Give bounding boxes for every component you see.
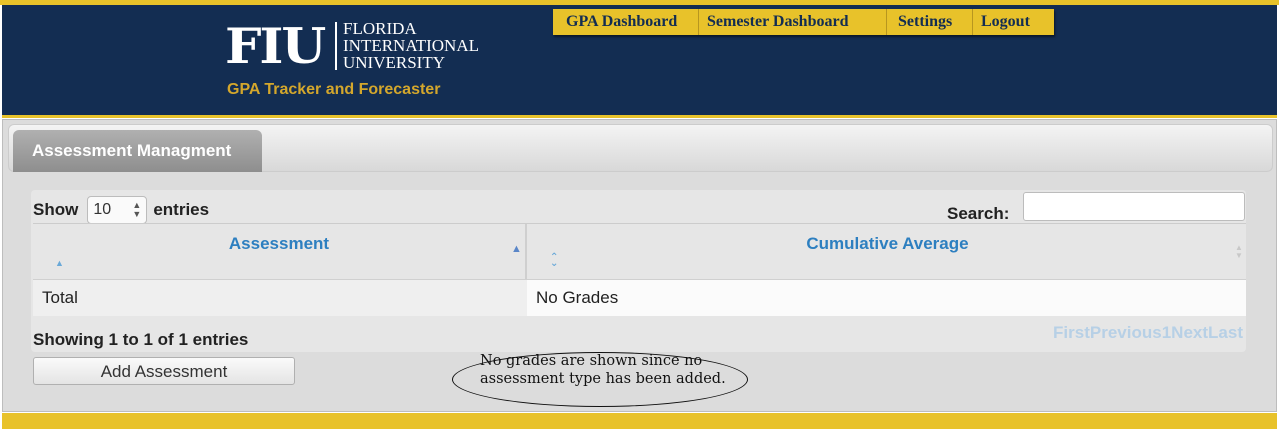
logo-abbr: FIU: [225, 17, 326, 75]
column-header-cumulative-average[interactable]: Cumulative Average ⌃ ⌄ ▲ ▼: [529, 224, 1246, 280]
table-header: Assessment ▲ ▲ Cumulative Average ⌃ ⌄ ▲ ▼: [33, 223, 1246, 280]
pagination: FirstPrevious1NextLast: [1053, 323, 1243, 343]
main-nav: GPA Dashboard Semester Dashboard Setting…: [553, 9, 1054, 35]
note-line-1: No grades are shown since no: [480, 353, 703, 369]
nav-logout[interactable]: Logout: [973, 9, 1054, 35]
nav-semester-dashboard[interactable]: Semester Dashboard: [699, 9, 887, 35]
search-label: Search:: [947, 204, 1010, 223]
search-input[interactable]: [1023, 192, 1245, 221]
page-size-control: Show 10 ▲ ▼ entries: [33, 196, 209, 224]
column-header-assessment[interactable]: Assessment ▲ ▲: [33, 224, 527, 280]
table-info: Showing 1 to 1 of 1 entries: [33, 330, 249, 349]
paging-page-1[interactable]: 1: [1162, 323, 1171, 342]
nav-gpa-dashboard[interactable]: GPA Dashboard: [553, 9, 699, 35]
nav-settings[interactable]: Settings: [887, 9, 973, 35]
paging-last[interactable]: Last: [1208, 323, 1243, 342]
footer-stripe: [2, 413, 1277, 429]
cell-cumulative-average: No Grades: [527, 280, 1246, 316]
assessment-table-wrapper: Show 10 ▲ ▼ entries Search: Assessment ▲ …: [31, 190, 1246, 352]
logo-line-3: UNIVERSITY: [343, 53, 445, 72]
page-size-select[interactable]: 10 ▲ ▼: [87, 196, 148, 224]
sort-both-icon: ⌃ ⌄: [550, 252, 559, 269]
sort-both-icon: ▲ ▼: [1235, 243, 1243, 260]
sort-asc-icon: ▲: [55, 258, 64, 268]
paging-next[interactable]: Next: [1171, 323, 1208, 342]
column-header-label: Assessment: [228, 234, 330, 253]
add-assessment-button[interactable]: Add Assessment: [33, 357, 295, 385]
column-header-label: Cumulative Average: [806, 234, 969, 253]
note-line-2: assessment type has been added.: [480, 371, 726, 387]
tab-panel: Assessment Managment Show 10 ▲ ▼ entries …: [2, 119, 1277, 412]
entries-label: entries: [153, 200, 210, 219]
page-size-value: 10: [93, 201, 112, 218]
sorted-asc-icon: ▲: [511, 243, 522, 255]
logo-line-2: INTERNATIONAL: [343, 36, 479, 55]
tab-assessment-management[interactable]: Assessment Managment: [13, 130, 262, 172]
logo-wordmark: FLORIDA INTERNATIONAL UNIVERSITY: [343, 20, 479, 71]
logo-divider: [335, 22, 337, 70]
table-row[interactable]: Total No Grades: [33, 279, 1246, 316]
tab-bar: Assessment Managment: [8, 124, 1273, 172]
paging-first[interactable]: First: [1053, 323, 1090, 342]
logo-line-1: FLORIDA: [343, 19, 417, 38]
paging-previous[interactable]: Previous: [1090, 323, 1162, 342]
app-subtitle: GPA Tracker and Forecaster: [227, 81, 441, 98]
cell-assessment: Total: [33, 280, 527, 316]
spinner-arrows-icon: ▲ ▼: [132, 200, 142, 219]
annotation-note: No grades are shown since no assessment …: [452, 352, 748, 407]
show-label: Show: [33, 200, 79, 219]
